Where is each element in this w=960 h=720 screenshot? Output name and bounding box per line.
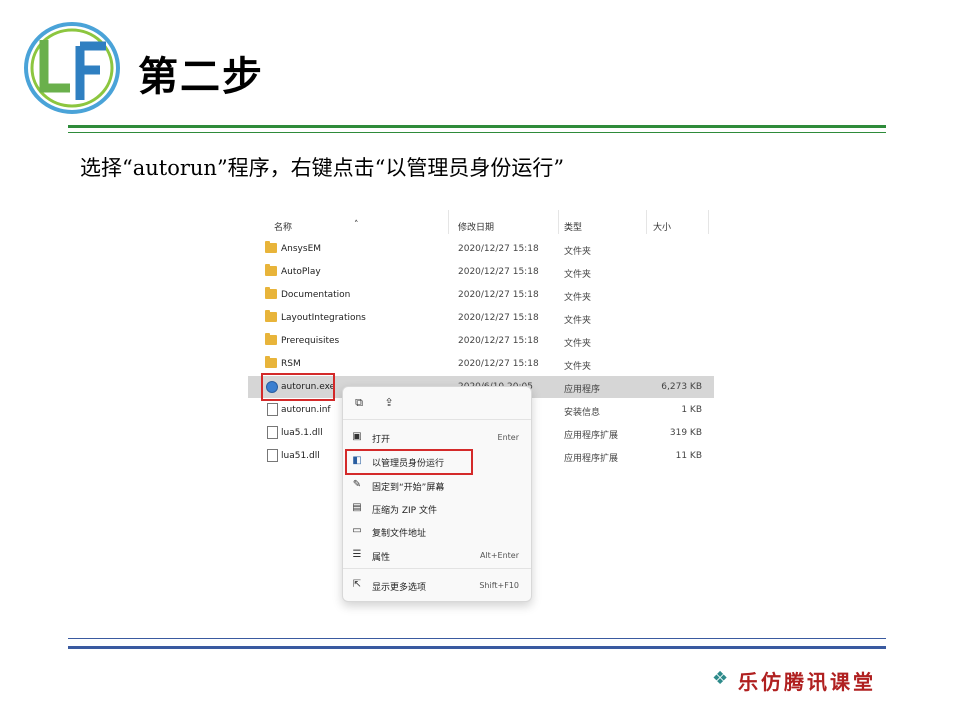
column-header-row: ˄ 名称 修改日期 类型 大小	[248, 206, 714, 234]
column-separator[interactable]	[708, 210, 709, 234]
folder-icon	[265, 241, 277, 253]
menu-item-label: 打开	[372, 435, 391, 445]
file-name: AutoPlay	[281, 267, 321, 277]
file-type: 文件夹	[564, 316, 592, 326]
file-modified: 2020/12/27 15:18	[458, 313, 539, 323]
diamond-cluster-icon: ❖	[712, 668, 729, 689]
file-row[interactable]: Prerequisites 2020/12/27 15:18 文件夹	[248, 330, 714, 352]
file-name: autorun.inf	[281, 405, 331, 415]
file-type: 文件夹	[564, 247, 592, 257]
lf-logo	[24, 22, 120, 114]
file-row[interactable]: Documentation 2020/12/27 15:18 文件夹	[248, 284, 714, 306]
file-row[interactable]: RSM 2020/12/27 15:18 文件夹	[248, 353, 714, 375]
menu-divider	[343, 568, 531, 569]
file-name: lua51.dll	[281, 451, 320, 461]
footer-divider-thin	[68, 638, 886, 639]
file-modified: 2020/12/27 15:18	[458, 336, 539, 346]
context-menu: ⧉ ⇪ ▣ 打开 Enter ◧ 以管理员身份运行 ✎ 固定到“开始”屏幕 ▤ …	[342, 386, 532, 602]
file-size: 319 KB	[669, 428, 702, 438]
file-name: Prerequisites	[281, 336, 340, 346]
file-type: 文件夹	[564, 339, 592, 349]
settings-file-icon	[267, 403, 278, 416]
menu-item-shortcut: Alt+Enter	[479, 551, 519, 560]
column-header-type[interactable]: 类型	[564, 220, 582, 233]
pin-icon: ✎	[352, 479, 362, 490]
menu-item-pin-to-start[interactable]: ✎ 固定到“开始”屏幕	[343, 475, 531, 495]
properties-icon: ☰	[352, 549, 362, 560]
more-options-icon: ⇱	[352, 579, 362, 590]
file-name: LayoutIntegrations	[281, 313, 366, 323]
file-type: 安装信息	[564, 408, 601, 418]
column-header-size[interactable]: 大小	[653, 220, 671, 233]
file-type: 文件夹	[564, 293, 592, 303]
sort-ascending-icon[interactable]: ˄	[354, 220, 359, 230]
folder-icon	[265, 333, 277, 345]
share-icon[interactable]: ⇪	[383, 397, 395, 409]
file-name: lua5.1.dll	[281, 428, 323, 438]
dll-file-icon	[267, 449, 278, 462]
file-type: 应用程序	[564, 385, 601, 395]
menu-item-properties[interactable]: ☰ 属性 Alt+Enter	[343, 545, 531, 565]
file-row[interactable]: LayoutIntegrations 2020/12/27 15:18 文件夹	[248, 307, 714, 329]
file-name: AnsysEM	[281, 244, 322, 254]
column-header-name[interactable]: 名称	[274, 220, 292, 233]
file-size: 6,273 KB	[661, 382, 702, 392]
column-separator[interactable]	[646, 210, 647, 234]
file-name: RSM	[281, 359, 301, 369]
zip-icon: ▤	[352, 502, 362, 513]
file-modified: 2020/12/27 15:18	[458, 290, 539, 300]
file-type: 文件夹	[564, 270, 592, 280]
open-icon: ▣	[352, 431, 362, 442]
folder-icon	[265, 287, 277, 299]
footer-divider-thick	[68, 646, 886, 649]
file-size: 11 KB	[675, 451, 702, 461]
menu-item-label: 压缩为 ZIP 文件	[372, 506, 437, 516]
menu-item-copy-path[interactable]: ▭ 复制文件地址	[343, 521, 531, 541]
menu-item-more-options[interactable]: ⇱ 显示更多选项 Shift+F10	[343, 575, 531, 595]
folder-icon	[265, 264, 277, 276]
menu-item-label: 属性	[372, 553, 391, 563]
brand-name: 乐仿腾讯课堂	[738, 670, 876, 694]
column-separator[interactable]	[448, 210, 449, 234]
run-as-admin-highlight-box	[345, 449, 473, 475]
header-divider-thin	[68, 132, 886, 133]
autorun-highlight-box	[261, 373, 335, 401]
menu-divider	[343, 419, 531, 420]
file-row[interactable]: AnsysEM 2020/12/27 15:18 文件夹	[248, 238, 714, 260]
file-modified: 2020/12/27 15:18	[458, 267, 539, 277]
menu-item-label: 复制文件地址	[372, 529, 427, 539]
file-type: 应用程序扩展	[564, 431, 619, 441]
dll-file-icon	[267, 426, 278, 439]
file-size: 1 KB	[681, 405, 702, 415]
folder-icon	[265, 310, 277, 322]
file-name: Documentation	[281, 290, 351, 300]
folder-icon	[265, 356, 277, 368]
file-type: 应用程序扩展	[564, 454, 619, 464]
menu-item-label: 显示更多选项	[372, 583, 427, 593]
copy-path-icon: ▭	[352, 525, 362, 536]
file-type: 文件夹	[564, 362, 592, 372]
column-separator[interactable]	[558, 210, 559, 234]
page-title: 第二步	[138, 54, 264, 100]
menu-item-shortcut: Enter	[497, 433, 519, 442]
file-row[interactable]: AutoPlay 2020/12/27 15:18 文件夹	[248, 261, 714, 283]
instruction-text: 选择“autorun”程序，右键点击“以管理员身份运行”	[80, 156, 565, 180]
column-header-modified[interactable]: 修改日期	[458, 220, 494, 233]
menu-item-open[interactable]: ▣ 打开 Enter	[343, 427, 531, 447]
menu-item-compress-zip[interactable]: ▤ 压缩为 ZIP 文件	[343, 498, 531, 518]
header-divider-thick	[68, 125, 886, 128]
menu-item-label: 固定到“开始”屏幕	[372, 483, 445, 493]
copy-icon[interactable]: ⧉	[353, 397, 365, 409]
menu-item-shortcut: Shift+F10	[479, 581, 519, 590]
file-modified: 2020/12/27 15:18	[458, 244, 539, 254]
file-modified: 2020/12/27 15:18	[458, 359, 539, 369]
